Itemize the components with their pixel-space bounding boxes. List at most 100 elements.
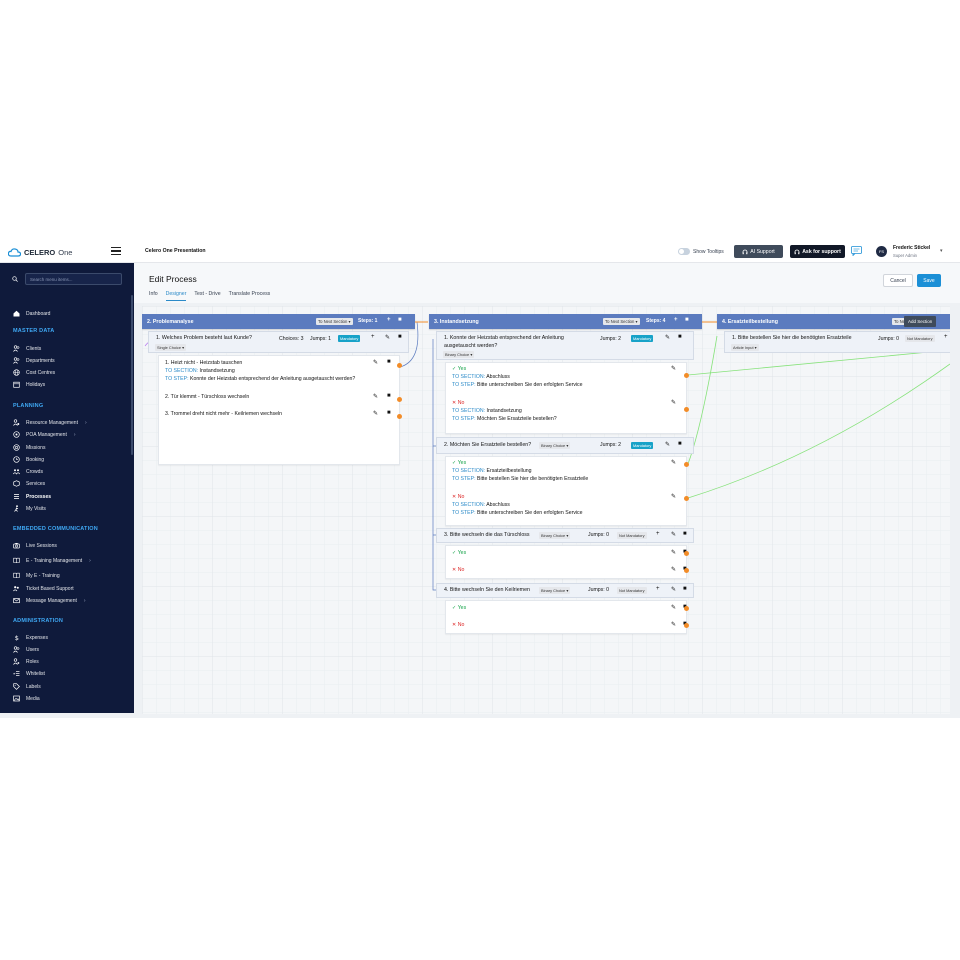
sidebar-item-media[interactable]: Media — [13, 694, 40, 703]
trash-icon[interactable]: ■ — [685, 317, 689, 323]
section-header-instandsetzung[interactable]: 3. Instandsetzung To Next Section ▾ Step… — [429, 314, 702, 329]
question-type-dropdown[interactable]: Binary Choice ▾ — [539, 532, 571, 539]
sidebar-scrollbar[interactable] — [131, 295, 133, 455]
edit-icon[interactable]: ✎ — [373, 393, 378, 400]
jump-connector-dot[interactable] — [684, 623, 689, 628]
sidebar-item-roles[interactable]: Roles — [13, 657, 39, 666]
tab-designer[interactable]: Designer — [165, 291, 187, 301]
sidebar-item-my-e-training[interactable]: My E - Training — [13, 571, 60, 580]
sidebar-item-users[interactable]: Users — [13, 645, 39, 654]
edit-icon[interactable]: ✎ — [671, 604, 676, 611]
edit-icon[interactable]: ✎ — [671, 549, 676, 556]
question-type-dropdown[interactable]: Single Choice ▾ — [155, 344, 187, 351]
sidebar-item-cost-centres[interactable]: Cost Centres — [13, 368, 55, 377]
mandatory-badge[interactable]: Mandatory — [631, 442, 654, 449]
jump-connector-dot[interactable] — [684, 606, 689, 611]
sidebar-item-dashboard[interactable]: Dashboard — [13, 309, 50, 318]
jump-connector-dot[interactable] — [397, 363, 402, 368]
jump-connector-dot[interactable] — [684, 373, 689, 378]
jump-connector-dot[interactable] — [397, 397, 402, 402]
tab-translate-process[interactable]: Translate Process — [229, 291, 271, 301]
question-type-dropdown[interactable]: Binary Choice ▾ — [539, 442, 571, 449]
section-flow-dropdown[interactable]: To Next Section ▾ — [316, 318, 353, 325]
section-flow-dropdown[interactable]: To Next Section ▾ — [603, 318, 640, 325]
trash-icon[interactable]: ■ — [678, 441, 682, 447]
sidebar-item-message-management[interactable]: Message Management › — [13, 596, 86, 605]
plus-icon[interactable]: + — [656, 531, 660, 537]
jump-connector-dot[interactable] — [397, 414, 402, 419]
trash-icon[interactable]: ■ — [398, 317, 402, 323]
plus-icon[interactable]: + — [656, 586, 660, 592]
trash-icon[interactable]: ■ — [387, 359, 391, 365]
sidebar-item-ticket-based-support[interactable]: Ticket Based Support — [13, 584, 74, 593]
edit-icon[interactable]: ✎ — [665, 441, 670, 448]
edit-icon[interactable]: ✎ — [385, 334, 390, 341]
sidebar-item-expenses[interactable]: $ Expenses — [13, 633, 48, 642]
sidebar-item-poa-management[interactable]: POA Management › — [13, 430, 76, 439]
edit-icon[interactable]: ✎ — [671, 459, 676, 466]
tooltips-toggle[interactable] — [678, 248, 690, 255]
edit-icon[interactable]: ✎ — [671, 493, 676, 500]
section-header-problemanalyse[interactable]: 2. Problemanalyse To Next Section ▾ Step… — [142, 314, 415, 329]
plus-icon[interactable]: + — [674, 317, 678, 323]
chat-icon[interactable] — [851, 246, 862, 256]
add-section-button[interactable]: Add Section — [904, 316, 937, 327]
question-card[interactable]: 1. Welches Problem besteht laut Kunde? S… — [148, 331, 409, 353]
brand-logo[interactable]: CELERO One — [8, 246, 72, 258]
sidebar-item-labels[interactable]: Labels — [13, 682, 41, 691]
trash-icon[interactable]: ■ — [398, 334, 402, 340]
trash-icon[interactable]: ■ — [387, 393, 391, 399]
user-name[interactable]: Frederic Stickel — [893, 245, 930, 251]
sidebar-item-e-training-management[interactable]: E - Training Management › — [13, 556, 91, 565]
plus-icon[interactable]: + — [944, 334, 948, 340]
edit-icon[interactable]: ✎ — [671, 621, 676, 628]
question-type-dropdown[interactable]: Binary Choice ▾ — [443, 351, 475, 358]
ai-support-button[interactable]: AI Support — [734, 245, 783, 258]
jump-connector-dot[interactable] — [684, 496, 689, 501]
chevron-down-icon[interactable]: ▾ — [940, 248, 943, 254]
mandatory-badge[interactable]: Not Mandatory — [905, 335, 935, 342]
designer-canvas[interactable]: 2. Problemanalyse To Next Section ▾ Step… — [142, 306, 950, 714]
trash-icon[interactable]: ■ — [683, 586, 687, 592]
edit-icon[interactable]: ✎ — [373, 359, 378, 366]
jump-connector-dot[interactable] — [684, 568, 689, 573]
menu-toggle-icon[interactable] — [111, 247, 121, 255]
ask-support-button[interactable]: Ask for support — [790, 245, 845, 258]
mandatory-badge[interactable]: Mandatory — [338, 335, 361, 342]
trash-icon[interactable]: ■ — [678, 334, 682, 340]
sidebar-item-crowds[interactable]: Crowds — [13, 467, 43, 476]
question-type-dropdown[interactable]: Article Input ▾ — [731, 344, 759, 351]
edit-icon[interactable]: ✎ — [671, 566, 676, 573]
avatar[interactable]: FS — [876, 246, 887, 257]
sidebar-item-clients[interactable]: Clients — [13, 344, 41, 353]
question-card[interactable]: 1. Bitte bestellen Sie hier die benötigt… — [724, 331, 950, 353]
mandatory-badge[interactable]: Not Mandatory — [617, 587, 647, 594]
sidebar-item-processes[interactable]: Processes — [13, 492, 51, 501]
trash-icon[interactable]: ■ — [683, 531, 687, 537]
sidebar-item-services[interactable]: Services — [13, 479, 45, 488]
edit-icon[interactable]: ✎ — [671, 586, 676, 593]
sidebar-item-resource-management[interactable]: Resource Management › — [13, 418, 87, 427]
sidebar-item-departments[interactable]: Departments — [13, 356, 55, 365]
jump-connector-dot[interactable] — [684, 551, 689, 556]
trash-icon[interactable]: ■ — [387, 410, 391, 416]
cancel-button[interactable]: Cancel — [883, 274, 913, 287]
sidebar-item-my-visits[interactable]: My Visits — [13, 504, 46, 513]
edit-icon[interactable]: ✎ — [665, 334, 670, 341]
plus-icon[interactable]: + — [387, 317, 391, 323]
tab-info[interactable]: Info — [149, 291, 158, 301]
mandatory-badge[interactable]: Not Mandatory — [617, 532, 647, 539]
jump-connector-dot[interactable] — [684, 462, 689, 467]
edit-icon[interactable]: ✎ — [671, 365, 676, 372]
sidebar-item-holidays[interactable]: Holidays — [13, 380, 45, 389]
jump-connector-dot[interactable] — [684, 407, 689, 412]
tab-test-drive[interactable]: Test - Drive — [194, 291, 220, 301]
question-card[interactable]: 3. Bitte wechseln die das Türschloss Bin… — [436, 528, 694, 543]
sidebar-item-whitelist[interactable]: Whitelist — [13, 669, 45, 678]
question-card[interactable]: 1. Konnte der Heizstab entsprechend der … — [436, 331, 694, 360]
question-card[interactable]: 2. Möchten Sie Ersatzteile bestellen? Bi… — [436, 437, 694, 454]
edit-icon[interactable]: ✎ — [671, 531, 676, 538]
mandatory-badge[interactable]: Mandatory — [631, 335, 654, 342]
sidebar-item-missions[interactable]: Missions — [13, 443, 45, 452]
search-input[interactable]: Search menu items... — [25, 273, 122, 285]
